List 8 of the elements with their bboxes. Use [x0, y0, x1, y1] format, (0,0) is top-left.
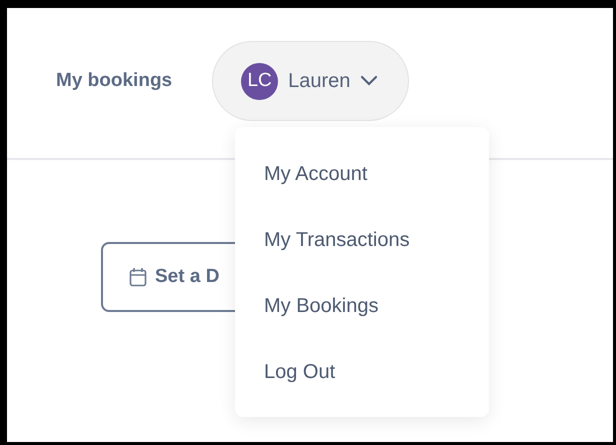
menu-item[interactable]: Log Out — [235, 339, 489, 405]
user-name: Lauren — [288, 69, 350, 94]
caret-icon — [360, 75, 378, 87]
nav-link[interactable]: My bookings — [56, 66, 172, 96]
menu-item[interactable]: My Account — [235, 141, 489, 207]
avatar: LC — [241, 62, 278, 100]
user-menu-button[interactable]: LC Lauren — [212, 41, 410, 121]
calendar-icon — [129, 267, 147, 287]
